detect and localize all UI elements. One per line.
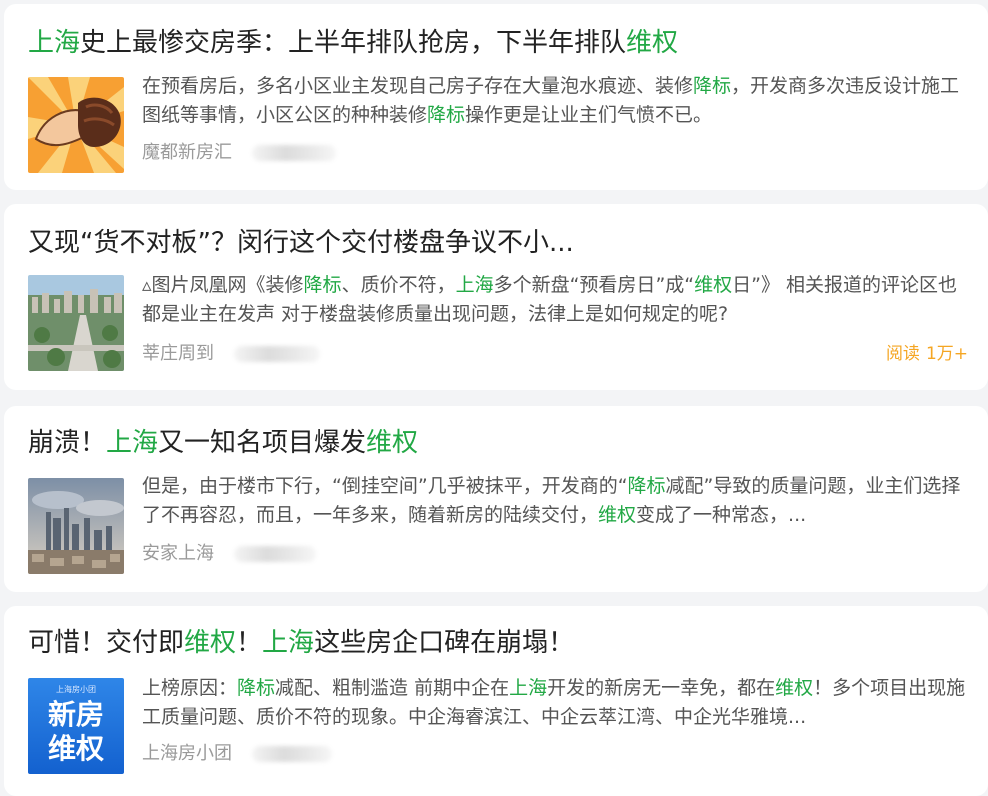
highlighted-keyword: 降标 xyxy=(427,104,466,126)
text-segment: 崩溃！ xyxy=(28,428,107,458)
text-segment: 这些房企口碑在崩塌！ xyxy=(314,628,575,658)
highlighted-keyword: 降标 xyxy=(303,274,342,296)
news-card[interactable]: 又现“货不对板”？闵行这个交付楼盘争议不小... ▵图片凤凰网《装修降标、质价不… xyxy=(4,204,988,390)
news-snippet: 在预看房后，多名小区业主发现自己房子存在大量泡水痕迹、装修降标，开发商多次违反设… xyxy=(142,72,968,130)
thumb-line-1: 新房 xyxy=(48,698,104,731)
news-snippet: 上榜原因：降标减配、粗制滥造 前期中企在上海开发的新房无一幸免，都在维权！多个项… xyxy=(142,674,968,732)
highlighted-keyword: 上海 xyxy=(28,28,81,58)
news-thumbnail[interactable]: 上海房小团 新房 维权 xyxy=(28,678,124,774)
text-segment: ！ xyxy=(236,628,263,658)
news-meta: 莘庄周到 阅读 1万+ xyxy=(142,342,968,366)
blurred-date xyxy=(233,346,320,362)
highlighted-keyword: 维权 xyxy=(366,428,419,458)
news-meta: 魔都新房汇 xyxy=(142,141,968,165)
news-snippet: 但是，由于楼市下行，“倒挂空间”几乎被抹平，开发商的“降标减配”导致的质量问题，… xyxy=(142,472,968,530)
highlighted-keyword: 上海 xyxy=(262,628,315,658)
news-thumbnail[interactable] xyxy=(28,275,124,371)
blue-text-card: 上海房小团 新房 维权 xyxy=(28,678,124,774)
skyline-photo xyxy=(28,478,124,574)
aerial-city-photo xyxy=(28,275,124,371)
news-source[interactable]: 魔都新房汇 xyxy=(142,141,232,165)
news-feed: 上海史上最惨交房季：上半年排队抢房，下半年排队维权 在预看房后，多名小区业主发现… xyxy=(0,0,988,796)
news-title[interactable]: 上海史上最惨交房季：上半年排队抢房，下半年排队维权 xyxy=(28,26,972,60)
news-card[interactable]: 崩溃！上海又一知名项目爆发维权 但是，由于楼市下行，“倒挂空间”几乎被抹平，开发… xyxy=(4,406,988,592)
read-count: 阅读 1万+ xyxy=(880,342,968,366)
highlighted-keyword: 维权 xyxy=(184,628,237,658)
highlighted-keyword: 维权 xyxy=(626,28,679,58)
news-title[interactable]: 可惜！交付即维权！上海这些房企口碑在崩塌！ xyxy=(28,626,972,660)
text-segment: 可惜！交付即 xyxy=(28,628,185,658)
news-source[interactable]: 上海房小团 xyxy=(142,742,232,766)
news-card[interactable]: 上海史上最惨交房季：上半年排队抢房，下半年排队维权 在预看房后，多名小区业主发现… xyxy=(4,4,988,190)
highlighted-keyword: 上海 xyxy=(455,274,494,296)
text-segment: 又现“货不对板”？闵行这个交付楼盘争议不小... xyxy=(28,228,574,258)
text-segment: 操作更是让业主们气愤不已。 xyxy=(465,104,713,126)
thumb-line-2: 维权 xyxy=(48,732,104,765)
highlighted-keyword: 上海 xyxy=(106,428,159,458)
blurred-date xyxy=(233,546,316,562)
news-title[interactable]: 崩溃！上海又一知名项目爆发维权 xyxy=(28,426,972,460)
news-snippet: ▵图片凤凰网《装修降标、质价不符，上海多个新盘“预看房日”成“维权日”》 相关报… xyxy=(142,271,968,329)
text-segment: 在预看房后，多名小区业主发现自己房子存在大量泡水痕迹、装修 xyxy=(142,75,694,97)
highlighted-keyword: 上海 xyxy=(509,677,548,699)
blurred-date xyxy=(251,746,332,762)
text-segment: 减配、粗制滥造 前期中企在 xyxy=(275,677,510,699)
text-segment: 、质价不符， xyxy=(341,274,456,296)
news-thumbnail[interactable] xyxy=(28,77,124,173)
news-title[interactable]: 又现“货不对板”？闵行这个交付楼盘争议不小... xyxy=(28,226,972,260)
news-source[interactable]: 安家上海 xyxy=(142,542,214,566)
fist-illustration xyxy=(28,77,124,173)
text-segment: 史上最惨交房季：上半年排队抢房，下半年排队 xyxy=(80,28,627,58)
news-meta: 上海房小团 xyxy=(142,742,968,766)
text-segment: 开发的新房无一幸免，都在 xyxy=(547,677,776,699)
news-meta: 安家上海 xyxy=(142,542,968,566)
highlighted-keyword: 维权 xyxy=(694,274,733,296)
highlighted-keyword: 降标 xyxy=(693,75,732,97)
text-segment: 又一知名项目爆发 xyxy=(158,428,367,458)
text-segment: 但是，由于楼市下行，“倒挂空间”几乎被抹平，开发商的“ xyxy=(142,475,628,497)
text-segment: 多个新盘“预看房日”成“ xyxy=(493,274,695,296)
highlighted-keyword: 降标 xyxy=(237,677,276,699)
text-segment: 变成了一种常态，... xyxy=(636,504,807,526)
blurred-date xyxy=(251,145,336,161)
news-thumbnail[interactable] xyxy=(28,478,124,574)
text-segment: 上榜原因： xyxy=(142,677,238,699)
thumb-brand-text: 上海房小团 xyxy=(56,684,96,694)
news-source[interactable]: 莘庄周到 xyxy=(142,342,214,366)
news-card[interactable]: 可惜！交付即维权！上海这些房企口碑在崩塌！ 上海房小团 新房 维权 上榜原因：降… xyxy=(4,606,988,796)
read-count-label: 阅读 xyxy=(885,344,920,364)
highlighted-keyword: 维权 xyxy=(775,677,814,699)
highlighted-keyword: 维权 xyxy=(598,504,637,526)
highlighted-keyword: 降标 xyxy=(627,475,666,497)
text-segment: ▵图片凤凰网《装修 xyxy=(142,274,304,296)
read-count-value: 1万+ xyxy=(925,344,968,364)
